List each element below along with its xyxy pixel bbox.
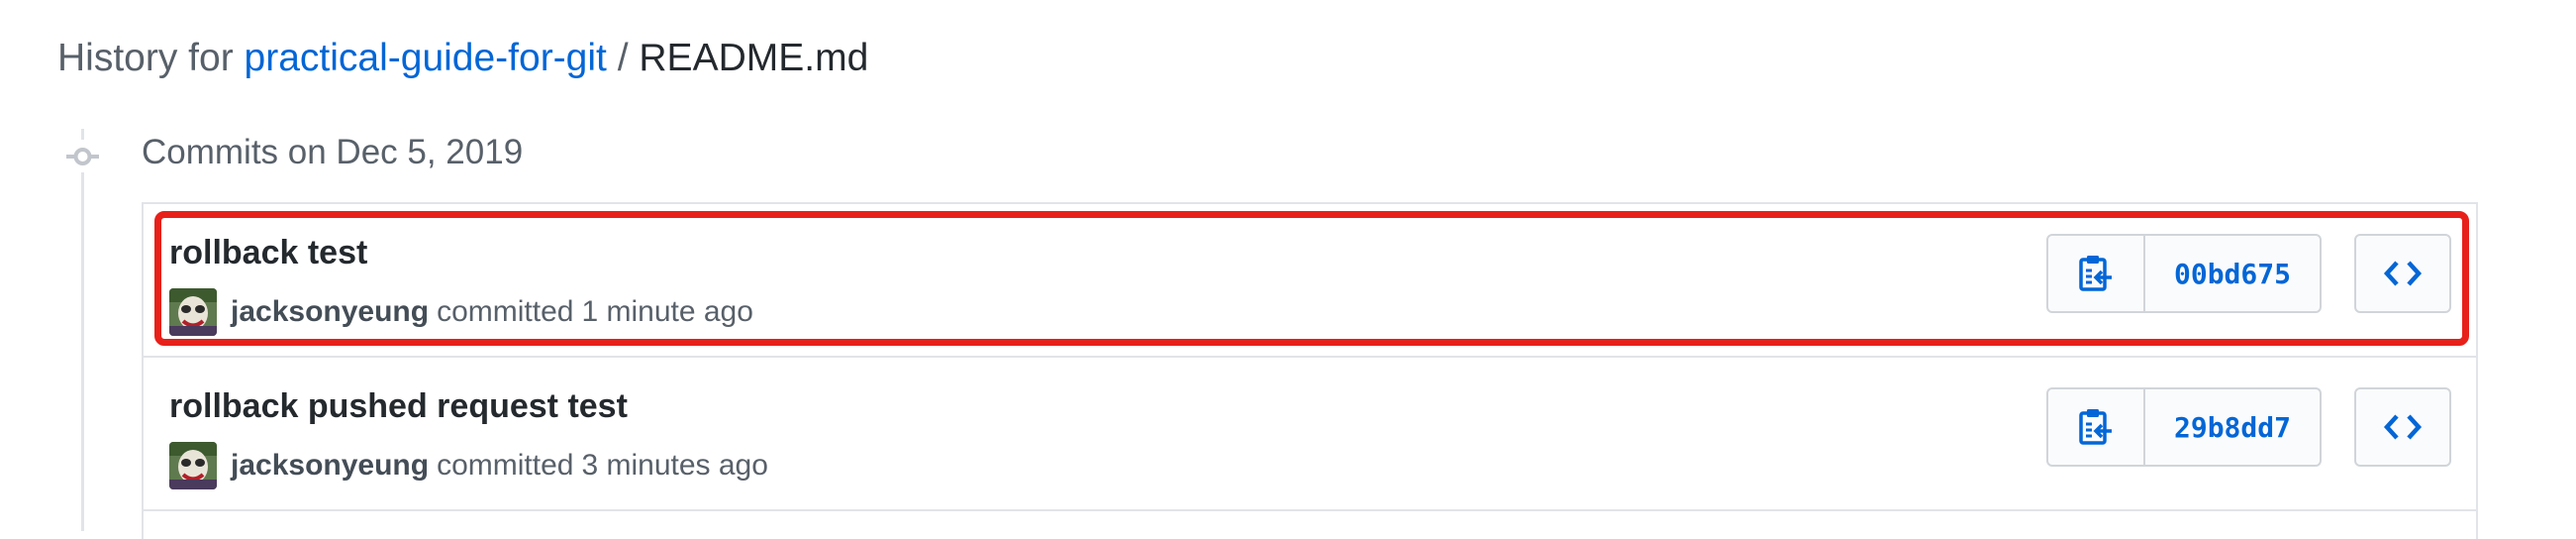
commit-sha-group: 00bd675 — [2046, 234, 2322, 313]
repo-link[interactable]: practical-guide-for-git — [245, 37, 607, 79]
commit-action: committed — [437, 295, 574, 328]
timeline-line — [81, 129, 84, 531]
commit-time: 3 minutes ago — [581, 449, 768, 482]
commit-sha-group: 29b8dd7 — [2046, 387, 2322, 467]
file-name: README.md — [639, 37, 869, 79]
history-prefix: History for — [57, 37, 234, 79]
copy-sha-button[interactable] — [2048, 389, 2145, 465]
browse-repo-button[interactable] — [2354, 234, 2451, 313]
commit-sha-button[interactable]: 29b8dd7 — [2145, 389, 2320, 465]
commit-row: rollback pushed request test jacksonyeun… — [144, 358, 2476, 511]
author-link[interactable]: jacksonyeung — [231, 449, 429, 483]
code-icon — [2383, 414, 2423, 440]
commit-history-page: History for practical-guide-for-git / RE… — [0, 0, 2576, 539]
clipboard-copy-icon — [2079, 409, 2112, 445]
avatar[interactable] — [169, 442, 217, 489]
commit-list: rollback test jacksonyeung committed 1 m… — [142, 202, 2478, 539]
history-header: History for practical-guide-for-git / RE… — [57, 28, 868, 89]
author-link[interactable]: jacksonyeung — [231, 295, 429, 329]
path-separator: / — [617, 37, 629, 79]
copy-sha-button[interactable] — [2048, 236, 2145, 311]
code-icon — [2383, 261, 2423, 286]
commit-title-link[interactable]: rollback test — [169, 229, 367, 276]
commit-title-link[interactable]: rollback pushed request test — [169, 382, 628, 430]
git-commit-icon — [66, 140, 99, 172]
avatar[interactable] — [169, 288, 217, 336]
commit-time: 1 minute ago — [581, 295, 753, 328]
commits-date-heading: Commits on Dec 5, 2019 — [142, 133, 524, 171]
commit-action: committed — [437, 449, 574, 482]
clipboard-copy-icon — [2079, 256, 2112, 291]
commit-meta: jacksonyeung committed 3 minutes ago — [169, 441, 768, 490]
commit-sha-button[interactable]: 00bd675 — [2145, 236, 2320, 311]
commit-meta: jacksonyeung committed 1 minute ago — [169, 287, 753, 337]
browse-repo-button[interactable] — [2354, 387, 2451, 467]
commit-row: rollback test jacksonyeung committed 1 m… — [144, 204, 2476, 358]
